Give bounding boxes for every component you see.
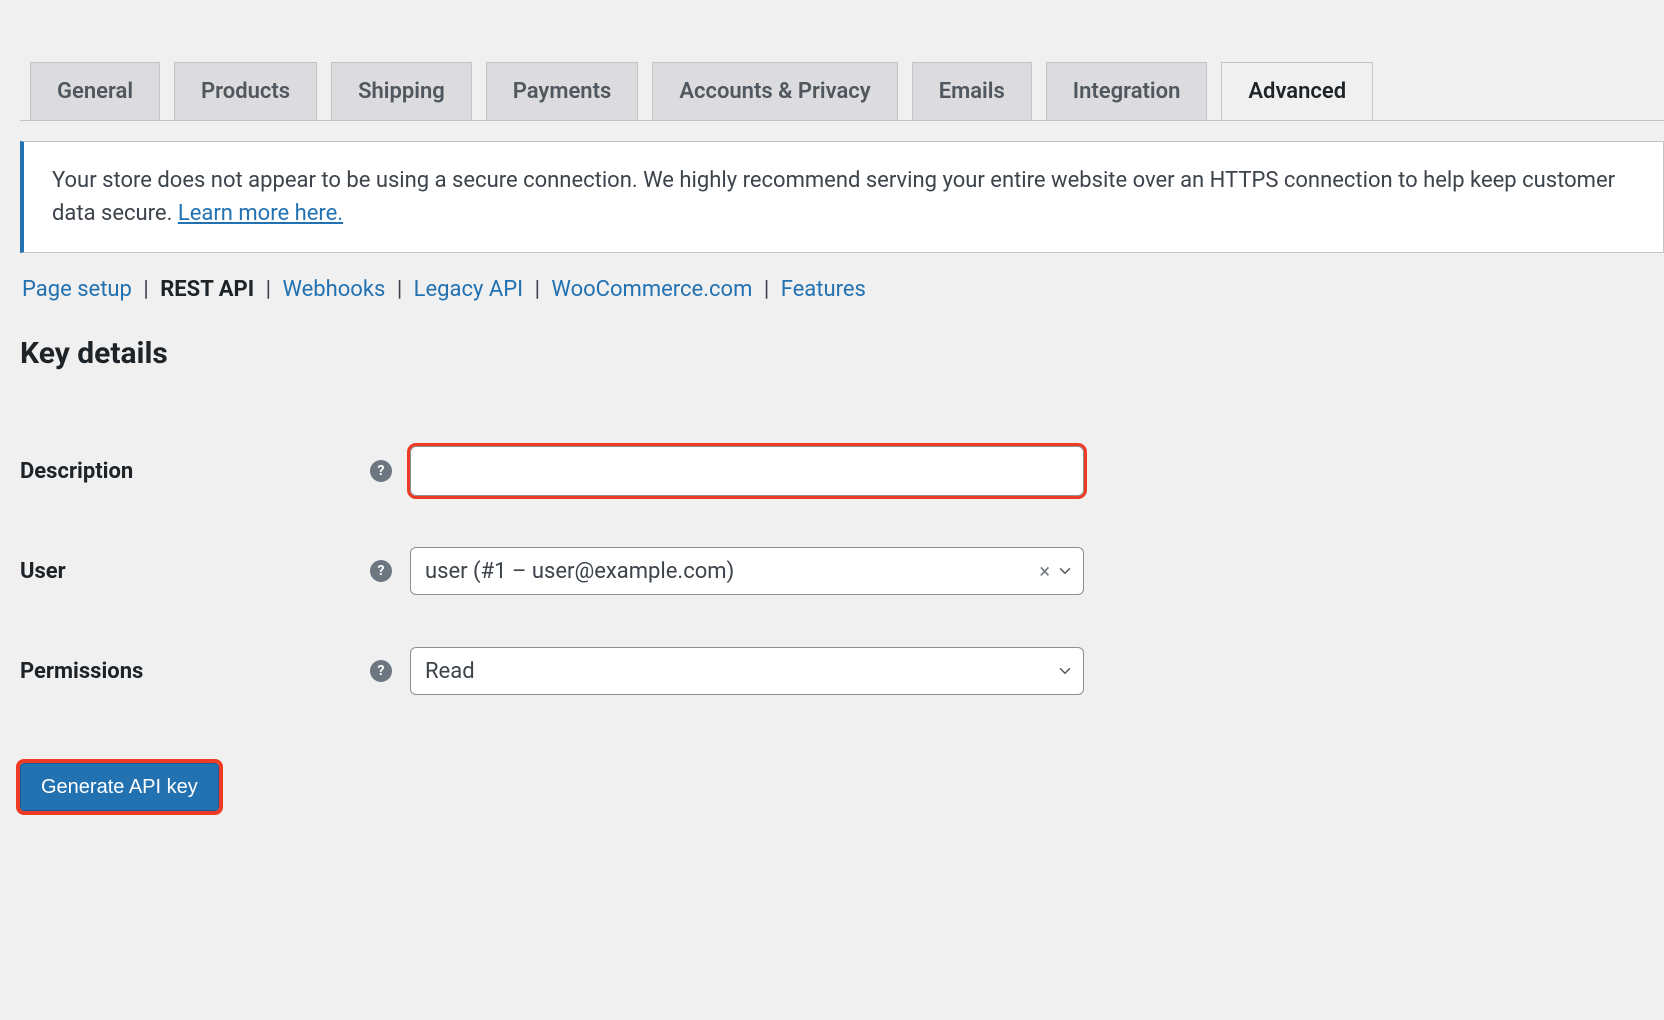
- settings-tabs: General Products Shipping Payments Accou…: [20, 0, 1664, 121]
- user-label: User: [20, 559, 66, 584]
- subnav-page-setup[interactable]: Page setup: [22, 277, 132, 302]
- tab-advanced[interactable]: Advanced: [1221, 62, 1373, 120]
- help-icon[interactable]: ?: [370, 460, 392, 482]
- permissions-label: Permissions: [20, 659, 143, 684]
- tab-products[interactable]: Products: [174, 62, 317, 120]
- help-icon[interactable]: ?: [370, 560, 392, 582]
- subnav-rest-api[interactable]: REST API: [160, 277, 254, 302]
- permissions-select-value[interactable]: Read: [410, 647, 1084, 695]
- notice-learn-more-link[interactable]: Learn more here.: [178, 201, 343, 226]
- permissions-select[interactable]: Read: [410, 647, 1084, 695]
- tab-integration[interactable]: Integration: [1046, 62, 1208, 120]
- tab-shipping[interactable]: Shipping: [331, 62, 472, 120]
- separator: |: [535, 277, 546, 302]
- subnav-webhooks[interactable]: Webhooks: [282, 277, 385, 302]
- chevron-down-icon[interactable]: [1056, 662, 1074, 680]
- tab-emails[interactable]: Emails: [912, 62, 1032, 120]
- https-notice: Your store does not appear to be using a…: [20, 141, 1664, 253]
- page-title: Key details: [20, 336, 1664, 371]
- subnav-legacy-api[interactable]: Legacy API: [414, 277, 523, 302]
- user-select-value[interactable]: user (#1 – user@example.com): [410, 547, 1084, 595]
- chevron-down-icon[interactable]: [1056, 562, 1074, 580]
- generate-api-key-button[interactable]: Generate API key: [20, 763, 219, 811]
- tab-accounts-privacy[interactable]: Accounts & Privacy: [652, 62, 897, 120]
- description-input[interactable]: [410, 446, 1084, 496]
- help-icon[interactable]: ?: [370, 660, 392, 682]
- separator: |: [266, 277, 277, 302]
- close-icon[interactable]: ×: [1039, 559, 1050, 583]
- separator: |: [143, 277, 154, 302]
- separator: |: [764, 277, 775, 302]
- description-label: Description: [20, 459, 133, 484]
- separator: |: [397, 277, 408, 302]
- tab-payments[interactable]: Payments: [486, 62, 639, 120]
- tab-general[interactable]: General: [30, 62, 160, 120]
- subnav-woocommerce-com[interactable]: WooCommerce.com: [551, 277, 752, 302]
- advanced-subnav: Page setup | REST API | Webhooks | Legac…: [20, 277, 1664, 302]
- subnav-features[interactable]: Features: [781, 277, 866, 302]
- user-select[interactable]: user (#1 – user@example.com) ×: [410, 547, 1084, 595]
